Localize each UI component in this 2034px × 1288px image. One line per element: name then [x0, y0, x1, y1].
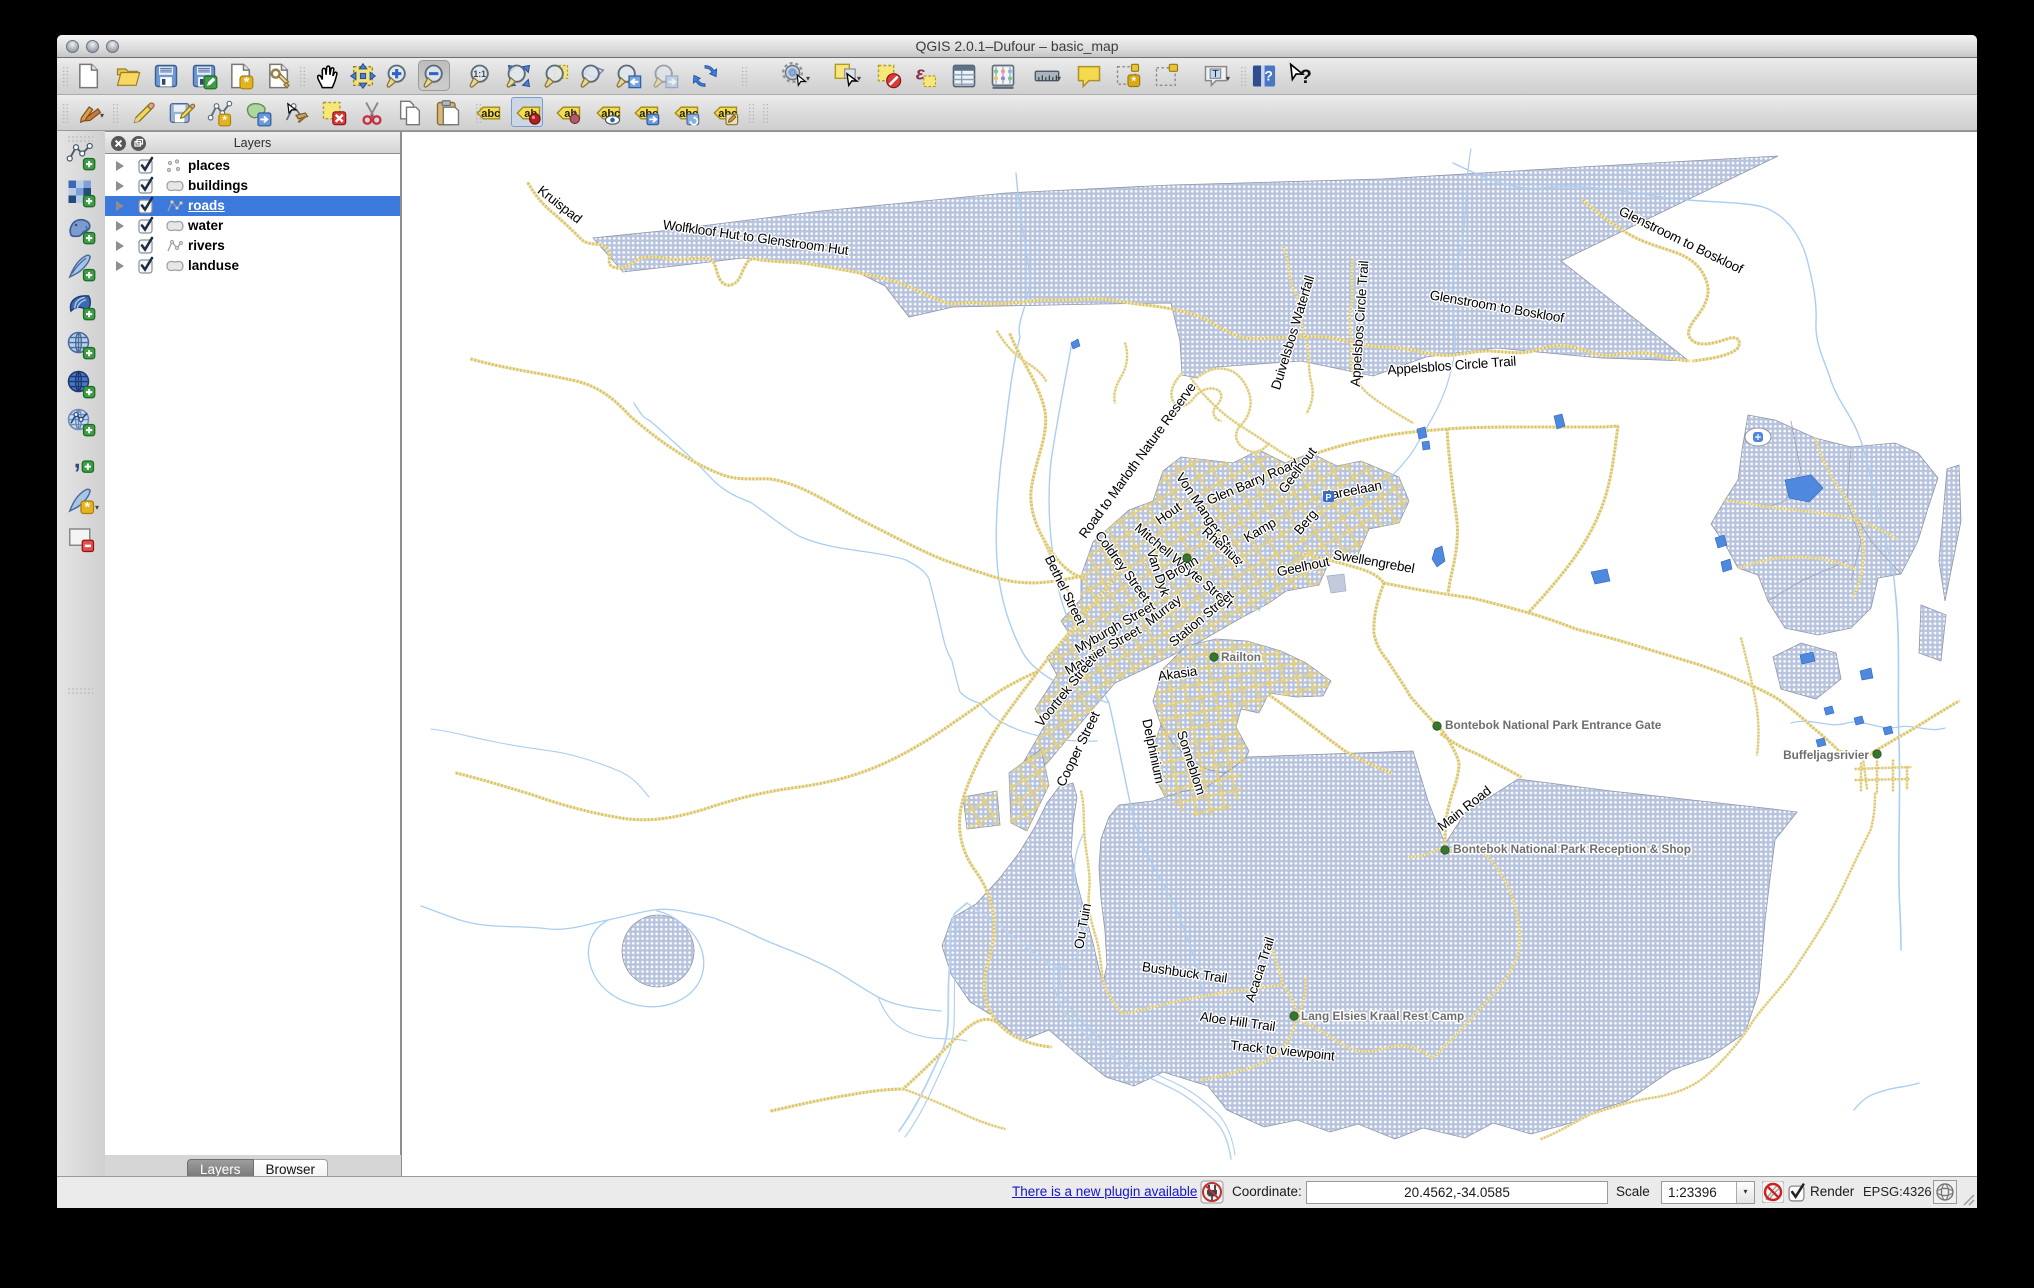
svg-text:Glenstroom to Boskloof: Glenstroom to Boskloof — [1617, 203, 1746, 276]
svg-text:,: , — [74, 446, 81, 473]
svg-text:1:1: 1:1 — [473, 69, 486, 79]
svg-text:*: * — [1132, 75, 1137, 88]
svg-text:Bontebok National Park Recepti: Bontebok National Park Reception & Shop — [1453, 842, 1691, 856]
svg-text:?: ? — [1300, 66, 1312, 88]
svg-text:Swellengrebel: Swellengrebel — [1332, 547, 1416, 576]
svg-text:*: * — [244, 74, 250, 90]
svg-text:Bontebok National Park Entranc: Bontebok National Park Entrance Gate — [1445, 718, 1662, 732]
svg-text:Lang Elsies Kraal Rest Camp: Lang Elsies Kraal Rest Camp — [1301, 1009, 1464, 1023]
svg-text:P: P — [1325, 493, 1331, 503]
svg-text:abc: abc — [481, 108, 500, 120]
svg-text:?: ? — [1264, 68, 1273, 84]
svg-text:Buffeljagsrivier: Buffeljagsrivier — [1783, 748, 1869, 762]
svg-text:T: T — [1212, 68, 1219, 80]
svg-text:*: * — [85, 500, 91, 515]
svg-text:*: * — [222, 114, 227, 127]
svg-text:Railton: Railton — [1221, 650, 1261, 664]
